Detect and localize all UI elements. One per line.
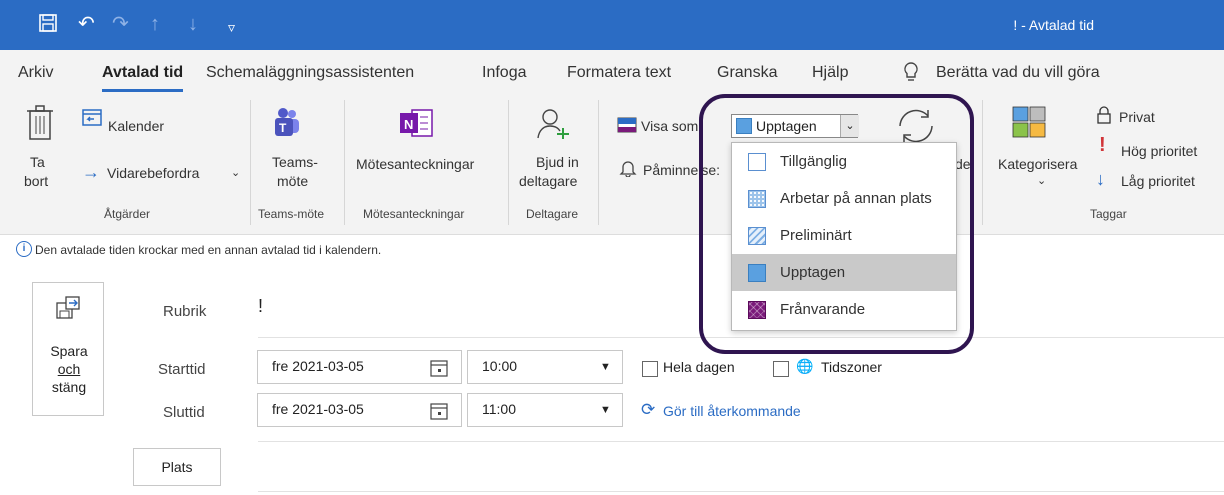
info-icon: i — [16, 241, 32, 257]
save-close-label-2: och — [57, 361, 81, 377]
undo-icon[interactable]: ↶ — [78, 13, 95, 35]
group-actions-label: Åtgärder — [104, 207, 151, 221]
divider — [598, 100, 599, 225]
svg-text:T: T — [279, 121, 287, 135]
lock-icon — [1096, 106, 1112, 129]
calendar-button[interactable]: Kalender — [108, 117, 164, 135]
group-attendees-label: Deltagare — [526, 207, 579, 221]
tab-schemalaggning[interactable]: Schemaläggningsassistenten — [206, 64, 414, 82]
categorize-dropdown-icon[interactable]: ⌄ — [1037, 172, 1046, 190]
end-date-value: fre 2021-03-05 — [272, 401, 364, 417]
end-date-field[interactable]: fre 2021-03-05 — [257, 393, 462, 427]
show-as-label: Visa som: — [641, 118, 703, 134]
save-icon[interactable] — [38, 13, 58, 38]
make-recurring-link[interactable]: Gör till återkommande — [663, 403, 801, 419]
high-priority-icon: ! — [1099, 134, 1106, 156]
divider — [258, 441, 1224, 442]
time-zones-label[interactable]: Tidszoner — [821, 359, 882, 375]
teams-label-2[interactable]: möte — [277, 172, 308, 190]
delete-label-1[interactable]: Ta — [30, 153, 45, 171]
categorize-button[interactable]: Kategorisera — [998, 155, 1077, 173]
onenote-icon[interactable]: N — [398, 108, 434, 143]
title-bar: ↶ ↷ ↑ ↓ ▿ ! - Avtalad tid — [0, 0, 1224, 50]
divider — [258, 491, 1224, 492]
low-priority-button[interactable]: Låg prioritet — [1121, 172, 1195, 190]
chevron-down-icon[interactable]: ▼ — [600, 404, 611, 416]
start-date-value: fre 2021-03-05 — [272, 358, 364, 374]
annotation-highlight — [699, 94, 974, 354]
forward-button[interactable]: Vidarebefordra — [107, 164, 199, 182]
end-time-field[interactable]: 11:00 ▼ — [467, 393, 623, 427]
calendar-picker-icon[interactable] — [430, 402, 448, 425]
tab-infoga[interactable]: Infoga — [482, 64, 526, 82]
tab-formatera-text[interactable]: Formatera text — [567, 64, 671, 82]
save-close-button[interactable]: Spara och stäng — [32, 282, 104, 416]
start-time-field[interactable]: 10:00 ▼ — [467, 350, 623, 384]
all-day-checkbox[interactable] — [642, 361, 658, 377]
divider — [344, 100, 345, 225]
low-priority-icon: ↓ — [1096, 169, 1105, 189]
ribbon-tabs: Arkiv Avtalad tid Schemaläggningsassiste… — [0, 50, 1224, 94]
chevron-down-icon[interactable]: ▼ — [600, 361, 611, 373]
end-time-value: 11:00 — [482, 401, 516, 417]
delete-label-2[interactable]: bort — [24, 172, 48, 190]
forward-arrow-icon[interactable]: → — [82, 163, 100, 181]
categorize-icon[interactable] — [1012, 106, 1046, 143]
all-day-label[interactable]: Hela dagen — [663, 359, 735, 375]
teams-label-1[interactable]: Teams- — [272, 153, 318, 171]
start-time-label: Starttid — [158, 361, 206, 378]
save-close-label-1: Spara — [50, 343, 88, 359]
forward-dropdown-icon[interactable]: ⌄ — [231, 164, 240, 182]
teams-icon[interactable]: T — [268, 108, 300, 143]
redo-icon[interactable]: ↷ — [112, 13, 129, 35]
subject-label: Rubrik — [163, 303, 207, 320]
save-close-icon — [55, 295, 81, 326]
tell-me-search[interactable]: Berätta vad du vill göra — [936, 64, 1100, 82]
group-tags-label: Taggar — [1090, 207, 1127, 221]
meeting-notes-button[interactable]: Mötesanteckningar — [356, 155, 474, 173]
group-teams-label: Teams-möte — [258, 207, 325, 221]
start-date-field[interactable]: fre 2021-03-05 — [257, 350, 462, 384]
divider — [250, 100, 251, 225]
invite-label-1[interactable]: Bjud in — [536, 153, 579, 171]
conflict-message: Den avtalade tiden krockar med en annan … — [35, 243, 382, 257]
tab-avtalad-tid[interactable]: Avtalad tid — [102, 64, 184, 92]
tab-hjalp[interactable]: Hjälp — [812, 64, 848, 82]
recurring-icon[interactable]: ⟳ — [641, 400, 655, 420]
arrow-down-icon[interactable]: ↓ — [188, 13, 198, 35]
private-button[interactable]: Privat — [1119, 108, 1155, 126]
lightbulb-icon — [903, 62, 919, 89]
tab-granska[interactable]: Granska — [717, 64, 777, 82]
end-time-label: Sluttid — [163, 404, 205, 421]
tab-arkiv[interactable]: Arkiv — [18, 64, 54, 82]
time-zones-checkbox[interactable] — [773, 361, 789, 377]
globe-icon: 🌐 — [796, 358, 814, 374]
start-time-value: 10:00 — [482, 358, 518, 374]
show-as-icon — [617, 117, 637, 138]
trash-icon[interactable] — [26, 105, 54, 146]
high-priority-button[interactable]: Hög prioritet — [1121, 142, 1197, 160]
invite-attendees-icon[interactable] — [536, 108, 570, 145]
invite-label-2[interactable]: deltagare — [519, 172, 577, 190]
divider — [982, 100, 983, 225]
window-title: ! - Avtalad tid — [1013, 17, 1094, 33]
save-close-label-3: stäng — [51, 379, 87, 395]
location-button[interactable]: Plats — [133, 448, 221, 486]
arrow-up-icon[interactable]: ↑ — [150, 13, 160, 35]
subject-input[interactable]: ! — [258, 296, 263, 317]
divider — [508, 100, 509, 225]
group-notes-label: Mötesanteckningar — [363, 207, 465, 221]
bell-icon — [619, 159, 637, 182]
svg-text:N: N — [404, 117, 413, 132]
calendar-picker-icon[interactable] — [430, 359, 448, 382]
customize-toolbar-icon[interactable]: ▿ — [228, 16, 235, 38]
